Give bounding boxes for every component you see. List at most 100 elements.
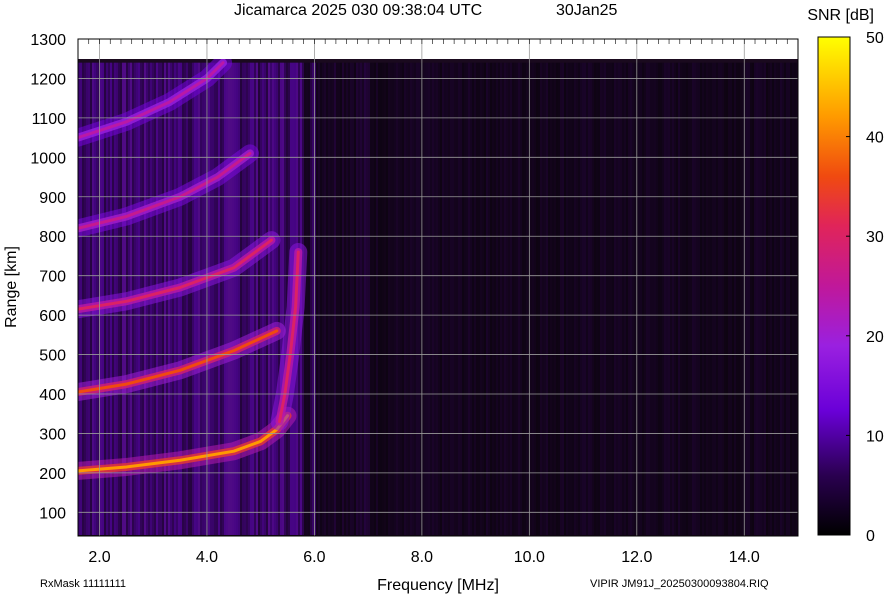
noise-streak	[756, 62, 758, 535]
noise-streak	[416, 62, 418, 535]
x-tick-label-6: 14.0	[729, 549, 760, 566]
x-tick-label-2: 6.0	[303, 549, 325, 566]
y-tick-label-11: 1200	[30, 71, 66, 88]
noise-streak	[666, 62, 668, 535]
noise-streak	[556, 62, 558, 535]
noise-streak	[326, 62, 328, 535]
noise-streak	[328, 62, 330, 535]
y-tick-label-2: 300	[39, 426, 66, 443]
noise-streak	[518, 62, 520, 535]
noise-streak	[272, 62, 274, 535]
noise-streak	[538, 62, 540, 535]
noise-streak	[784, 62, 786, 535]
noise-streak	[248, 62, 250, 535]
noise-streak	[442, 62, 444, 535]
noise-streak	[574, 62, 576, 535]
colorbar-ticks: 0 10 20 30 40 50	[846, 30, 884, 545]
noise-streak	[354, 62, 356, 535]
colorbar-tick-label-4: 40	[866, 130, 884, 147]
y-tick-label-12: 1300	[30, 32, 66, 49]
noise-streak	[310, 62, 312, 535]
y-tick-label-5: 600	[39, 308, 66, 325]
noise-streak	[244, 62, 246, 535]
x-tick-label-3: 8.0	[411, 549, 433, 566]
noise-streak	[494, 62, 496, 535]
noise-streak	[402, 62, 404, 535]
noise-streak	[256, 62, 258, 535]
noise-streak	[690, 62, 692, 535]
noise-streak	[396, 62, 398, 535]
noise-streak	[610, 62, 612, 535]
noise-streak	[344, 62, 346, 535]
noise-streak	[252, 62, 254, 535]
file-name-text: VIPIR JM91J_20250300093804.RIQ	[590, 578, 769, 590]
noise-streak	[722, 62, 724, 535]
noise-streak	[450, 62, 452, 535]
noise-streak	[380, 62, 382, 535]
noise-streak	[724, 62, 726, 535]
noise-streak	[214, 62, 216, 535]
y-axis-label: Range [km]	[3, 246, 20, 328]
noise-streak	[550, 62, 552, 535]
noise-streak	[398, 62, 400, 535]
y-tick-label-10: 1100	[32, 111, 67, 128]
noise-streak	[788, 62, 790, 535]
noise-streak	[672, 62, 674, 535]
noise-streak	[704, 62, 706, 535]
noise-streak	[692, 62, 694, 535]
noise-streak	[642, 62, 644, 535]
y-axis-ticks: 100 200 300 400 500 600 700 800 900 1000 1100 1200 1…	[30, 32, 66, 522]
noise-streak	[230, 62, 232, 535]
noise-streak	[622, 62, 624, 535]
noise-streak	[404, 62, 406, 535]
noise-streak	[306, 62, 308, 535]
noise-streak	[658, 62, 660, 535]
noise-streak	[322, 62, 324, 535]
noise-streak	[346, 62, 348, 535]
noise-streak	[366, 62, 368, 535]
noise-streak	[508, 62, 510, 535]
noise-streak	[386, 62, 388, 535]
noise-streak	[284, 62, 286, 535]
y-tick-label-0: 100	[39, 505, 66, 522]
noise-streak	[340, 62, 342, 535]
noise-streak	[786, 62, 788, 535]
noise-streak	[208, 62, 210, 535]
noise-streak	[782, 62, 784, 535]
noise-streak	[640, 62, 642, 535]
noise-streak	[758, 62, 760, 535]
noise-streak	[760, 62, 762, 535]
noise-streak	[566, 62, 568, 535]
noise-streak	[240, 62, 242, 535]
noise-streak	[560, 62, 562, 535]
noise-streak	[486, 62, 488, 535]
noise-streak	[682, 62, 684, 535]
noise-streak	[792, 62, 794, 535]
noise-streak	[688, 62, 690, 535]
noise-streak	[664, 62, 666, 535]
noise-streak	[502, 62, 504, 535]
noise-streak	[540, 62, 542, 535]
noise-streak	[522, 62, 524, 535]
noise-streak	[746, 62, 748, 535]
noise-streak	[548, 62, 550, 535]
x-tick-label-5: 12.0	[621, 549, 652, 566]
noise-streak	[376, 62, 378, 535]
colorbar	[817, 36, 851, 536]
noise-streak	[432, 62, 434, 535]
y-tick-label-7: 800	[39, 229, 66, 246]
noise-streak	[352, 62, 354, 535]
noise-streak	[270, 62, 272, 535]
noise-streak	[652, 62, 654, 535]
noise-streak	[232, 62, 234, 535]
x-tick-label-0: 2.0	[88, 549, 110, 566]
noise-streak	[750, 62, 752, 535]
noise-streak	[676, 62, 678, 535]
noise-streak	[716, 62, 718, 535]
noise-streak	[474, 62, 476, 535]
noise-streak	[264, 62, 266, 535]
noise-streak	[456, 62, 458, 535]
noise-streak	[648, 62, 650, 535]
y-tick-label-9: 1000	[30, 150, 66, 167]
noise-streak	[668, 62, 670, 535]
